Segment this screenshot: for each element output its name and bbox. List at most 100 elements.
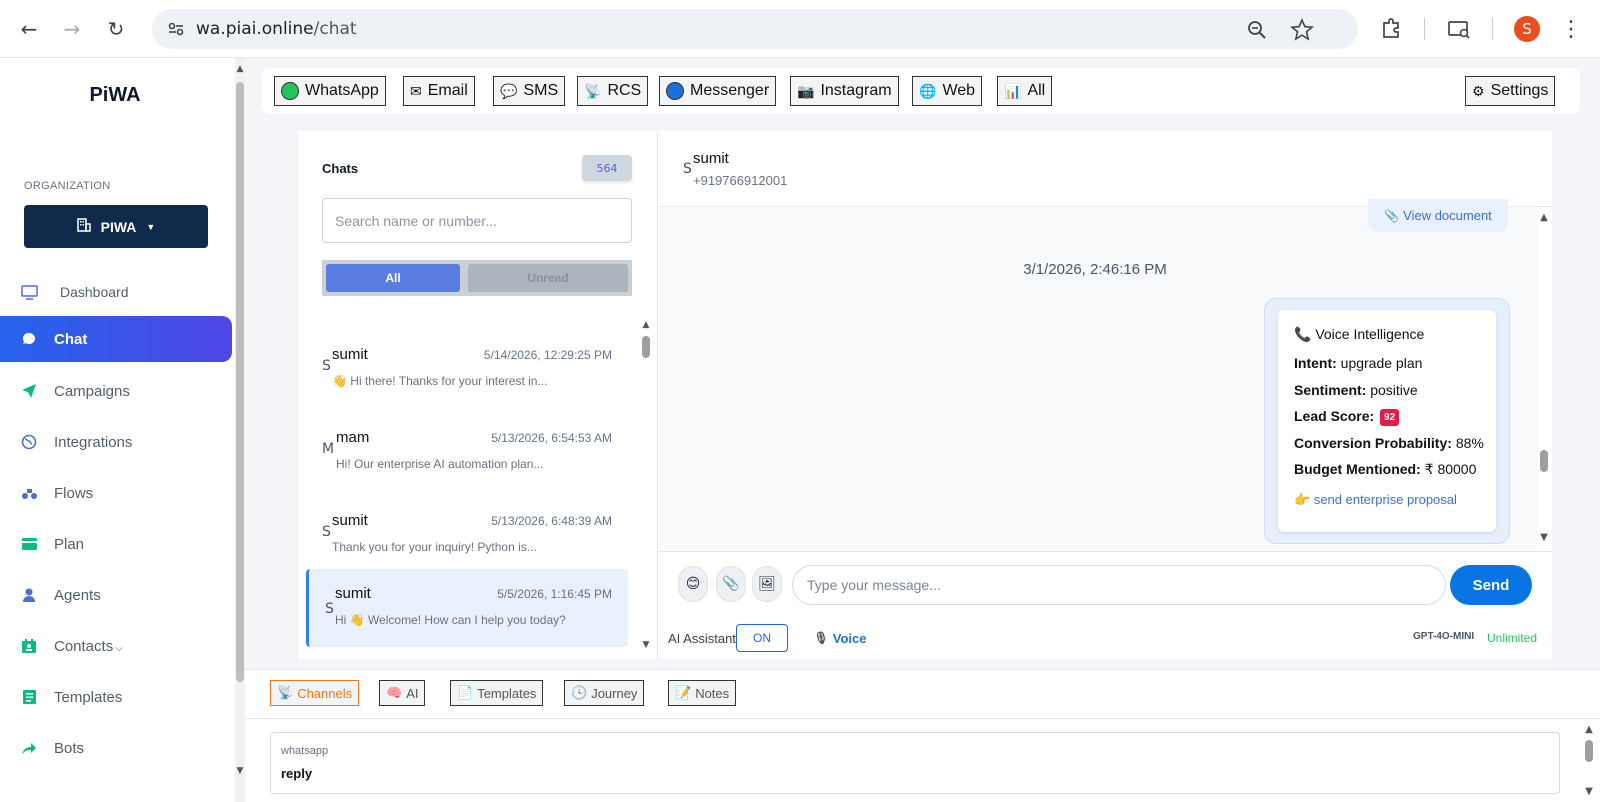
bar-chart-icon: 📊 [1004, 82, 1022, 99]
site-settings-icon[interactable] [166, 19, 186, 39]
forward-icon[interactable]: → [57, 14, 87, 44]
tab-ai[interactable]: 🧠 AI [379, 680, 426, 706]
channel-whatsapp-button[interactable]: WhatsApp [274, 76, 386, 106]
scroll-up-icon[interactable]: ▲ [640, 320, 652, 330]
channel-web-button[interactable]: 🌐 Web [912, 76, 983, 106]
card-icon [20, 535, 38, 553]
address-bar[interactable]: wa.piai.online/chat [152, 9, 1358, 49]
voice-label: Voice [832, 630, 867, 646]
reload-icon[interactable]: ↻ [101, 14, 131, 44]
sidebar-item-chat[interactable]: Chat [0, 316, 232, 362]
chat-list-item[interactable]: S sumit 5/13/2026, 6:48:39 AM Thank you … [306, 496, 628, 574]
sidebar-item-agents[interactable]: Agents [0, 572, 232, 618]
scrollbar-thumb[interactable] [642, 336, 650, 358]
paperclip-icon: 📎 [722, 576, 740, 592]
chat-list-item-selected[interactable]: S sumit 5/5/2026, 1:16:45 PM Hi 👋 Welcom… [306, 569, 628, 647]
sidebar-item-contacts[interactable]: Contacts ⌵ [0, 623, 232, 669]
message-timestamp: 3/1/2026, 2:46:16 PM [1023, 261, 1167, 278]
contact-name: sumit [693, 150, 729, 167]
sidebar-item-plan[interactable]: Plan [0, 521, 232, 567]
chat-list-item[interactable]: S sumit 5/14/2026, 12:29:25 PM 👋 Hi ther… [306, 330, 628, 408]
channel-entry-label: whatsapp [281, 745, 329, 757]
chat-list-item[interactable]: M mam 5/13/2026, 6:54:53 AM Hi! Our ente… [306, 413, 628, 491]
channel-all-button[interactable]: 📊 All [997, 76, 1053, 106]
view-document-label: View document [1403, 208, 1492, 223]
message-input[interactable] [792, 565, 1446, 605]
contact-phone: +919766912001 [693, 173, 788, 188]
tab-label: AI [406, 685, 419, 701]
contact-name: sumit [335, 585, 371, 602]
filter-all-button[interactable]: All [326, 264, 460, 292]
action-row[interactable]: 👉 send enterprise proposal [1294, 492, 1457, 508]
settings-button[interactable]: ⚙ Settings [1465, 76, 1556, 106]
scrollbar-thumb[interactable] [1540, 450, 1548, 472]
tab-notes[interactable]: 📝 Notes [668, 680, 737, 706]
conversation-header: S sumit +919766912001 [659, 131, 1552, 207]
action-link[interactable]: send enterprise proposal [1314, 492, 1457, 507]
caret-down-icon: ▼ [146, 221, 156, 232]
brand-logo[interactable]: PiWA [0, 84, 230, 107]
sentiment-row: Sentiment: positive [1294, 382, 1418, 398]
sidebar-item-flows[interactable]: Flows [0, 470, 232, 516]
channel-instagram-button[interactable]: 📷 Instagram [790, 76, 899, 106]
scroll-up-icon[interactable]: ▲ [235, 64, 245, 74]
chats-count-badge: 564 [582, 155, 632, 181]
chat-time: 5/5/2026, 1:16:45 PM [497, 587, 612, 601]
send-button[interactable]: Send [1450, 565, 1532, 605]
voice-button[interactable]: 🎙 Voice [800, 624, 880, 652]
scroll-down-icon[interactable]: ▼ [235, 766, 245, 776]
scroll-down-icon[interactable]: ▼ [640, 640, 652, 650]
sidebar-item-label: Integrations [54, 433, 133, 451]
emoji-button[interactable]: 😊 [678, 566, 708, 602]
channel-email-button[interactable]: ✉ Email [403, 76, 475, 106]
channel-label: RCS [607, 82, 642, 99]
sidebar-item-campaigns[interactable]: Campaigns [0, 368, 232, 414]
view-document-link[interactable]: 📎 View document [1368, 199, 1508, 232]
sidebar-scrollbar[interactable]: ▲ ▼ [235, 58, 245, 802]
budget-row: Budget Mentioned: ₹ 80000 [1294, 461, 1476, 478]
channel-messenger-button[interactable]: Messenger [659, 76, 777, 106]
back-icon[interactable]: ← [14, 14, 44, 44]
more-menu-icon[interactable]: ⋮ [1556, 14, 1586, 44]
chat-list-scrollbar[interactable]: ▲ ▼ [640, 320, 652, 652]
attach-button[interactable]: 📎 [716, 566, 746, 602]
channel-entry[interactable]: whatsapp reply [270, 732, 1560, 794]
chevron-down-icon: ⌵ [115, 642, 123, 654]
gear-icon: ⚙ [1472, 82, 1485, 99]
tab-journey[interactable]: 🕓 Journey [564, 680, 645, 706]
channel-sms-button[interactable]: 💬 SMS [493, 76, 566, 106]
bookmark-star-icon[interactable] [1289, 17, 1315, 43]
profile-avatar[interactable]: S [1514, 16, 1540, 42]
sidebar-item-integrations[interactable]: Integrations [0, 419, 232, 465]
tab-channels[interactable]: 📡 Channels [270, 680, 360, 706]
scroll-up-icon[interactable]: ▲ [1537, 212, 1551, 223]
extensions-icon[interactable] [1377, 14, 1407, 44]
voice-card-title: 📞 Voice Intelligence [1294, 326, 1424, 343]
message-scrollbar[interactable]: ▲ ▼ [1537, 212, 1551, 546]
toolbar-divider [1492, 18, 1493, 40]
conversion-label: Conversion Probability: [1294, 435, 1452, 451]
scroll-up-icon[interactable]: ▲ [1582, 724, 1596, 735]
tab-templates[interactable]: 📄 Templates [450, 680, 544, 706]
scrollbar-thumb[interactable] [236, 82, 244, 682]
conversion-row: Conversion Probability: 88% [1294, 435, 1484, 451]
scroll-down-icon[interactable]: ▼ [1582, 786, 1596, 797]
speech-bubble-icon: 💬 [500, 82, 518, 99]
search-input[interactable] [322, 198, 632, 243]
filter-unread-button[interactable]: Unread [468, 264, 628, 292]
scrollbar-thumb[interactable] [1585, 740, 1593, 762]
sentiment-value: positive [1370, 382, 1418, 398]
scroll-down-icon[interactable]: ▼ [1537, 532, 1551, 543]
sidebar-item-bots[interactable]: Bots [0, 725, 232, 771]
chat-time: 5/14/2026, 12:29:25 PM [483, 348, 612, 362]
org-dropdown-button[interactable]: PIWA ▼ [24, 205, 208, 248]
zoom-icon[interactable] [1244, 17, 1270, 43]
image-button[interactable]: 🖼 [752, 566, 782, 602]
url-text: wa.piai.online/chat [196, 19, 357, 39]
bottom-panel-scrollbar[interactable]: ▲ ▼ [1582, 724, 1596, 802]
cast-search-icon[interactable] [1444, 14, 1474, 44]
sidebar-item-templates[interactable]: Templates [0, 674, 232, 720]
ai-toggle-button[interactable]: ON [736, 624, 788, 652]
sidebar-item-dashboard[interactable]: Dashboard [0, 269, 232, 315]
channel-rcs-button[interactable]: 📡 RCS [577, 76, 649, 106]
